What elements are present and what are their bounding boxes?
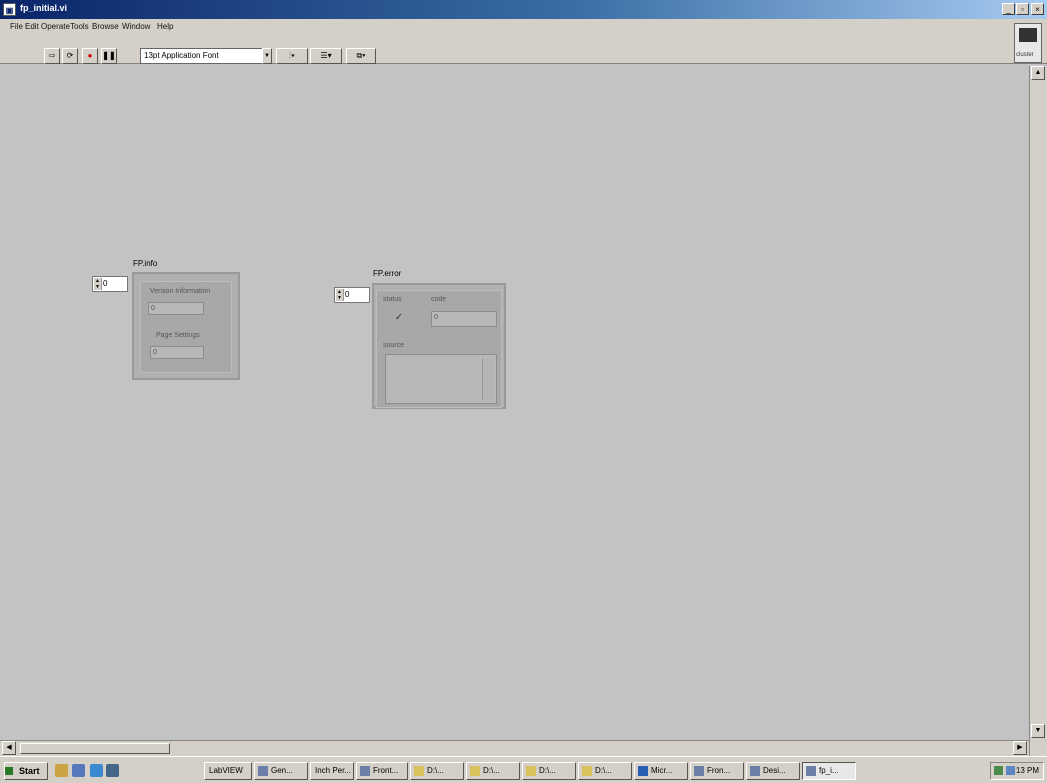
index-arrows-icon[interactable]: ▲ ▼ [336, 289, 344, 301]
monitor-icon [1019, 28, 1037, 42]
network-icon[interactable] [994, 766, 1003, 775]
app-icon [806, 766, 816, 776]
task-fron[interactable]: Fron... [690, 762, 744, 780]
run-continuous-button[interactable]: ⟳ [62, 48, 78, 64]
title-bar [0, 0, 1047, 19]
folder-icon [470, 766, 480, 776]
source-scrollbar[interactable] [482, 358, 494, 400]
vi-icon[interactable]: ▣ [3, 3, 16, 16]
run-arrow-button[interactable]: ⇨ [44, 48, 60, 64]
maximize-button[interactable]: ▫ [1016, 3, 1029, 15]
field1-label: Version Information [150, 288, 211, 295]
menu-edit[interactable]: Edit [25, 22, 39, 31]
field2-indicator: 0 [150, 346, 204, 359]
menu-file[interactable]: File [10, 22, 23, 31]
align-objects-button[interactable]: ⫶▾ [276, 48, 308, 64]
field2-label: Page Settings [156, 332, 200, 339]
vertical-scrollbar[interactable] [1029, 66, 1047, 756]
scroll-right-icon[interactable]: ▶ [1013, 741, 1027, 755]
source-label: source [383, 342, 405, 349]
array1-index[interactable]: ▲ ▼ 0 [92, 276, 128, 292]
status-label: status [383, 296, 402, 303]
pause-button[interactable]: ❚❚ [101, 48, 117, 64]
source-indicator [385, 354, 497, 404]
windows-logo-icon [5, 767, 13, 775]
array1-label: FP.info [133, 259, 158, 268]
front-panel-canvas[interactable] [8, 66, 1029, 740]
scroll-down-icon[interactable]: ▼ [1031, 724, 1045, 738]
quicklaunch-desktop-icon[interactable] [55, 764, 68, 777]
font-dropdown-arrow-icon[interactable]: ▼ [262, 48, 272, 64]
scroll-left-icon[interactable]: ◀ [2, 741, 16, 755]
folder-icon [414, 766, 424, 776]
reorder-objects-button[interactable]: ⧉▾ [346, 48, 376, 64]
app-icon [360, 766, 370, 776]
vi-connector-pane-icon[interactable]: cluster [1014, 23, 1042, 63]
font-selector[interactable]: 13pt Application Font [140, 48, 272, 64]
field1-indicator: 0 [148, 302, 204, 315]
app-icon [258, 766, 268, 776]
code-label: code [431, 296, 447, 303]
task-inch-per[interactable]: Inch Per... [310, 762, 354, 780]
task-folder-3[interactable]: D:\... [522, 762, 576, 780]
scroll-up-icon[interactable]: ▲ [1031, 66, 1045, 80]
task-front[interactable]: Front... [356, 762, 408, 780]
minimize-button[interactable]: _ [1002, 3, 1015, 15]
app-icon [750, 766, 760, 776]
close-button[interactable]: × [1031, 3, 1044, 15]
quicklaunch-ie-icon[interactable] [90, 764, 103, 777]
array2-label: FP.error [373, 269, 402, 278]
task-gen[interactable]: Gen... [254, 762, 308, 780]
menu-tools[interactable]: Tools [70, 22, 89, 31]
folder-icon [582, 766, 592, 776]
quicklaunch-explorer-icon[interactable] [72, 764, 85, 777]
quicklaunch-app-icon[interactable] [106, 764, 119, 777]
checkmark-icon: ✓ [394, 312, 404, 323]
code-indicator: 0 [431, 311, 497, 327]
task-micr[interactable]: Micr... [634, 762, 688, 780]
menu-operate[interactable]: Operate [41, 22, 70, 31]
system-tray: 6:13 PM [990, 762, 1044, 780]
word-icon [638, 766, 648, 776]
menu-help[interactable]: Help [157, 22, 173, 31]
task-folder-1[interactable]: D:\... [410, 762, 464, 780]
abort-button[interactable]: ● [82, 48, 98, 64]
task-folder-2[interactable]: D:\... [466, 762, 520, 780]
app-icon [694, 766, 704, 776]
index-arrows-icon[interactable]: ▲ ▼ [94, 278, 102, 290]
menu-browse[interactable]: Browse [92, 22, 119, 31]
volume-icon[interactable] [1006, 766, 1015, 775]
scroll-thumb[interactable] [20, 743, 170, 754]
folder-icon [526, 766, 536, 776]
task-folder-4[interactable]: D:\... [578, 762, 632, 780]
menu-window[interactable]: Window [122, 22, 150, 31]
window-title: fp_initial.vi [20, 3, 68, 13]
task-fp-initial[interactable]: fp_i... [802, 762, 856, 780]
task-labview[interactable]: LabVIEW [204, 762, 252, 780]
task-desi[interactable]: Desi... [746, 762, 800, 780]
array2-index[interactable]: ▲ ▼ 0 [334, 287, 370, 303]
distribute-objects-button[interactable]: ☰▾ [310, 48, 342, 64]
